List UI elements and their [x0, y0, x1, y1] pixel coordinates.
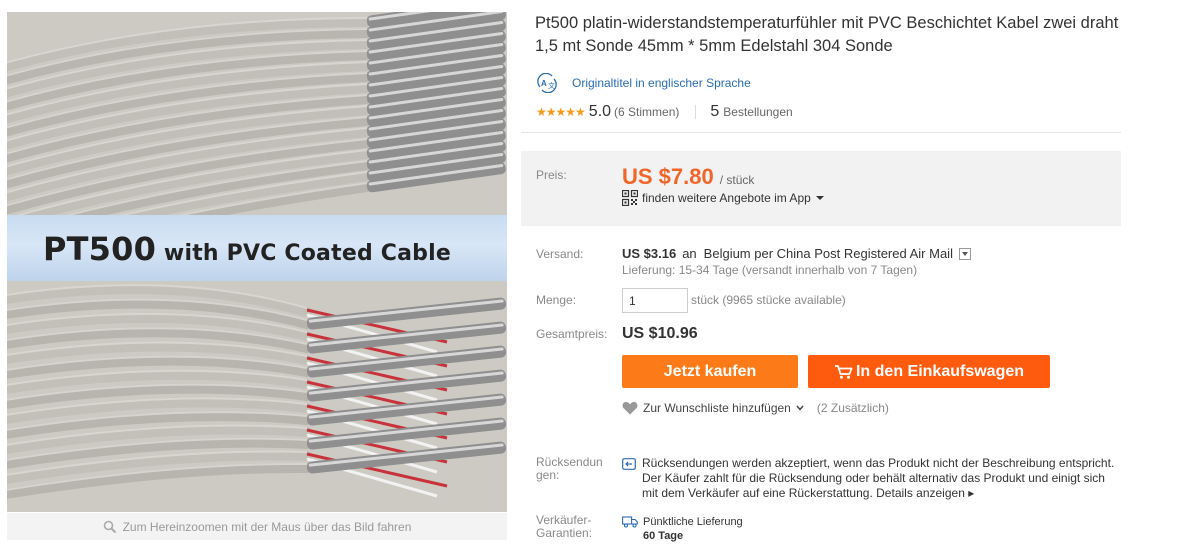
guarantee-text: Pünktliche Lieferung — [643, 516, 743, 528]
original-title-row[interactable]: A 文 Originaltitel in englischer Sprache — [536, 73, 751, 93]
caret-down-icon — [815, 196, 824, 200]
product-title: Pt500 platin-widerstandstemperaturfühler… — [535, 14, 1119, 55]
cart-icon — [834, 364, 853, 379]
price-value: US $7.80 — [622, 164, 714, 189]
orders-count: 5 — [710, 103, 720, 120]
svg-text:A: A — [541, 79, 547, 88]
add-to-cart-label: In den Einkaufswagen — [855, 362, 1025, 380]
returns-row: Rücksendungen werden akzeptiert, wenn da… — [622, 456, 1122, 501]
guarantee-label: Verkäufer- Garantien: — [536, 514, 592, 540]
divider — [521, 132, 1121, 133]
price-label: Preis: — [536, 168, 567, 182]
divider — [695, 105, 697, 119]
wishlist-row[interactable]: Zur Wunschliste hinzufügen (2 Zusätzlich… — [622, 401, 889, 415]
shipping-cost: US $3.16 — [622, 246, 677, 261]
rating-stars-icon: ★★★★★ — [536, 105, 586, 119]
wishlist-count: (2 Zusätzlich) — [816, 401, 889, 415]
total-value: US $10.96 — [622, 325, 698, 342]
return-icon — [622, 458, 636, 470]
banner-text: PT500 with PVC Coated Cable — [43, 230, 451, 268]
guarantee-label-line2: Garantien: — [536, 526, 593, 540]
shipping-label: Versand: — [536, 247, 584, 261]
translate-icon: A 文 — [537, 73, 557, 93]
qr-code-icon — [622, 190, 638, 206]
chevron-right-icon[interactable]: ▸ — [968, 486, 974, 500]
magnifier-icon — [103, 520, 116, 533]
app-offer-text: finden weitere Angebote im App — [642, 191, 811, 205]
product-image[interactable]: PT500 with PVC Coated Cable — [7, 12, 507, 512]
returns-label-line1: Rücksendun — [536, 455, 603, 469]
details-link[interactable]: Details anzeigen — [876, 486, 965, 500]
price-unit: / stück — [719, 173, 755, 187]
returns-text: Rücksendungen werden akzeptiert, wenn da… — [642, 456, 1122, 501]
zoom-hint-text: Zum Hereinzoomen mit der Maus über das B… — [122, 519, 412, 534]
heart-icon — [622, 402, 638, 415]
total-label: Gesamtpreis: — [536, 327, 608, 341]
quantity-label: Menge: — [536, 293, 577, 307]
banner-caption: with PVC Coated Cable — [156, 241, 451, 266]
add-to-cart-button[interactable]: In den Einkaufswagen — [808, 355, 1050, 388]
guarantee-row: Pünktliche Lieferung 60 Tage — [622, 514, 743, 542]
rating-votes[interactable]: (6 Stimmen) — [614, 105, 679, 119]
quantity-input[interactable] — [622, 288, 688, 313]
shipping-dropdown-icon[interactable] — [958, 247, 971, 260]
rating-row: ★★★★★ 5.0 (6 Stimmen) 5 Bestellungen — [536, 103, 793, 121]
shipping-destination[interactable]: Belgium per China Post Registered Air Ma… — [704, 246, 953, 261]
delivery-truck-icon — [622, 516, 638, 528]
returns-label: Rücksendun gen: — [536, 456, 603, 482]
chevron-down-icon[interactable] — [796, 405, 804, 411]
svg-text:文: 文 — [548, 81, 555, 90]
quantity-note: stück (9965 stücke available) — [691, 293, 846, 307]
orders-label: Bestellungen — [723, 105, 793, 119]
guarantee-label-line1: Verkäufer- — [536, 513, 592, 527]
banner-model: PT500 — [43, 230, 157, 268]
buy-now-button[interactable]: Jetzt kaufen — [622, 355, 798, 388]
guarantee-days: 60 Tage — [643, 530, 684, 542]
original-title-link[interactable]: Originaltitel in englischer Sprache — [572, 76, 751, 90]
price-panel — [521, 151, 1121, 226]
shipping-row: US $3.16 an Belgium per China Post Regis… — [622, 246, 971, 261]
shipping-to: an — [682, 246, 697, 261]
wishlist-label[interactable]: Zur Wunschliste hinzufügen — [643, 401, 791, 415]
price-row: US $7.80 / stück — [622, 164, 754, 190]
rating-value: 5.0 — [588, 103, 612, 120]
zoom-hint: Zum Hereinzoomen mit der Maus über das B… — [7, 513, 507, 540]
delivery-time: Lieferung: 15-34 Tage (versandt innerhal… — [622, 263, 918, 277]
app-offer-link[interactable]: finden weitere Angebote im App — [622, 190, 825, 206]
returns-label-line2: gen: — [536, 468, 560, 482]
